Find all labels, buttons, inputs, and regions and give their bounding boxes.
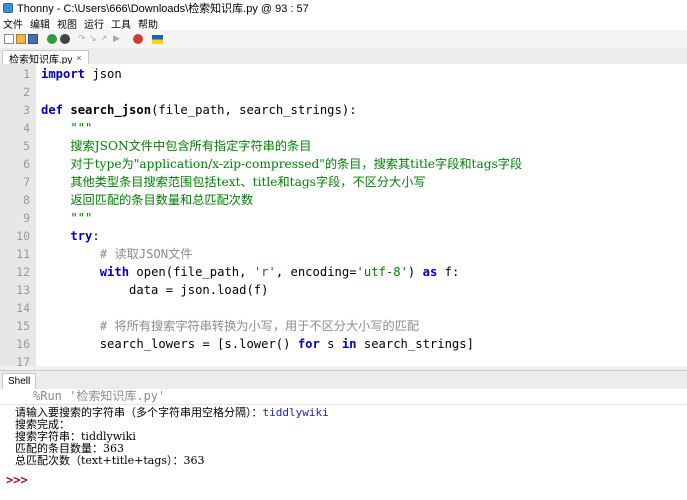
line-number: 1 <box>23 67 30 81</box>
code-line[interactable]: 14 <box>0 299 687 317</box>
code-editor[interactable]: 1 import json 2 3 def search_json(file_path,… <box>0 64 687 366</box>
menu-bar: 文件 编辑 视图 运行 工具 帮助 <box>0 16 687 31</box>
shell-panel[interactable]: %Run '检索知识库.py' 请输入要搜索的字符串（多个字符串用空格分隔）：t… <box>0 389 687 500</box>
code-line[interactable]: 12 with open(file_path, 'r', encoding='u… <box>0 263 687 281</box>
save-icon[interactable] <box>28 34 38 44</box>
code-line[interactable]: 10 try: <box>0 227 687 245</box>
menu-edit[interactable]: 编辑 <box>27 16 54 31</box>
line-number: 12 <box>16 265 30 279</box>
code-line[interactable]: 3 def search_json(file_path, search_strin… <box>0 101 687 119</box>
line-number: 3 <box>23 103 30 117</box>
editor-tab-strip: 检索知识库.py × <box>0 48 687 66</box>
ukraine-flag-icon[interactable] <box>152 35 163 44</box>
code-text: # 读取JSON文件 <box>99 247 193 261</box>
line-number: 8 <box>23 193 30 207</box>
code-line[interactable]: 13 data = json.load(f) <box>0 281 687 299</box>
step-over-icon[interactable]: ↷ <box>78 34 88 44</box>
line-number: 16 <box>16 337 30 351</box>
code-text: 其他类型条目搜索范围包括text、title和tags字段，不区分大小写 <box>70 175 426 189</box>
title-bar: Thonny - C:\Users\666\Downloads\检索知识库.py… <box>0 0 687 16</box>
open-file-icon[interactable] <box>16 34 26 44</box>
line-number: 6 <box>23 157 30 171</box>
line-number: 10 <box>16 229 30 243</box>
debug-icon[interactable] <box>60 34 70 44</box>
code-line[interactable]: 7 其他类型条目搜索范围包括text、title和tags字段，不区分大小写 <box>0 173 687 191</box>
tab-shell[interactable]: Shell <box>2 373 37 389</box>
code-line[interactable]: 5 搜索JSON文件中包含所有指定字符串的条目 <box>0 137 687 155</box>
code-text: try: <box>70 229 100 243</box>
resume-icon[interactable]: ▶ <box>113 34 123 44</box>
shell-tab-strip: Shell <box>0 370 687 390</box>
line-number: 15 <box>16 319 30 333</box>
code-line[interactable]: 6 对于type为"application/x-zip-compressed"的… <box>0 155 687 173</box>
code-line[interactable]: 16 search_lowers = [s.lower() for s in s… <box>0 335 687 353</box>
menu-run[interactable]: 运行 <box>81 16 108 31</box>
shell-user-input: tiddlywiki <box>262 406 329 419</box>
close-icon[interactable]: × <box>76 53 81 63</box>
stop-icon[interactable] <box>133 34 143 44</box>
menu-help[interactable]: 帮助 <box>135 16 162 31</box>
tab-file[interactable]: 检索知识库.py × <box>2 50 89 66</box>
shell-run-command: %Run '检索知识库.py' <box>33 389 166 403</box>
code-text: search_lowers = [s.lower() for s in sear… <box>41 337 474 351</box>
code-text: 返回匹配的条目数量和总匹配次数 <box>70 193 254 207</box>
shell-divider <box>0 404 687 405</box>
thonny-app-icon <box>3 3 13 13</box>
code-line[interactable]: 9 """ <box>0 209 687 227</box>
line-number: 13 <box>16 283 30 297</box>
new-file-icon[interactable] <box>4 34 14 44</box>
code-text: """ <box>41 211 93 225</box>
run-icon[interactable] <box>47 34 57 44</box>
line-number: 9 <box>23 211 30 225</box>
step-out-icon[interactable]: ↗ <box>100 34 110 44</box>
menu-view[interactable]: 视图 <box>54 16 81 31</box>
code-text: 对于type为"application/x-zip-compressed"的条目… <box>70 157 523 171</box>
code-line[interactable]: 15 # 将所有搜索字符串转换为小写，用于不区分大小写的匹配 <box>0 317 687 335</box>
line-number: 4 <box>23 121 30 135</box>
shell-prompt[interactable]: >>> <box>6 473 28 487</box>
code-line[interactable]: 1 import json <box>0 65 687 83</box>
code-line[interactable]: 8 返回匹配的条目数量和总匹配次数 <box>0 191 687 209</box>
menu-file[interactable]: 文件 <box>0 16 27 31</box>
code-text: # 将所有搜索字符串转换为小写，用于不区分大小写的匹配 <box>99 319 420 333</box>
code-line[interactable]: 2 <box>0 83 687 101</box>
code-text: def search_json(file_path, search_string… <box>41 103 357 117</box>
line-number: 2 <box>23 85 30 99</box>
line-number: 11 <box>16 247 30 261</box>
code-line[interactable]: 4 """ <box>0 119 687 137</box>
shell-output-line: 总匹配次数（text+title+tags）：363 <box>15 454 205 467</box>
window-title: Thonny - C:\Users\666\Downloads\检索知识库.py… <box>17 3 309 15</box>
line-number: 14 <box>16 301 30 315</box>
code-text: 搜索JSON文件中包含所有指定字符串的条目 <box>70 139 312 153</box>
code-line[interactable]: 17 <box>0 353 687 366</box>
code-text: """ <box>41 121 93 135</box>
toolbar: ↷ ↘ ↗ ▶ <box>0 30 687 49</box>
menu-tools[interactable]: 工具 <box>108 16 135 31</box>
line-number: 5 <box>23 139 30 153</box>
line-number: 7 <box>23 175 30 189</box>
code-text: data = json.load(f) <box>41 283 269 297</box>
line-number: 17 <box>16 355 30 366</box>
code-text: import json <box>41 67 122 81</box>
code-text: with open(file_path, 'r', encoding='utf-… <box>99 265 460 279</box>
code-line[interactable]: 11 # 读取JSON文件 <box>0 245 687 263</box>
step-into-icon[interactable]: ↘ <box>89 34 99 44</box>
